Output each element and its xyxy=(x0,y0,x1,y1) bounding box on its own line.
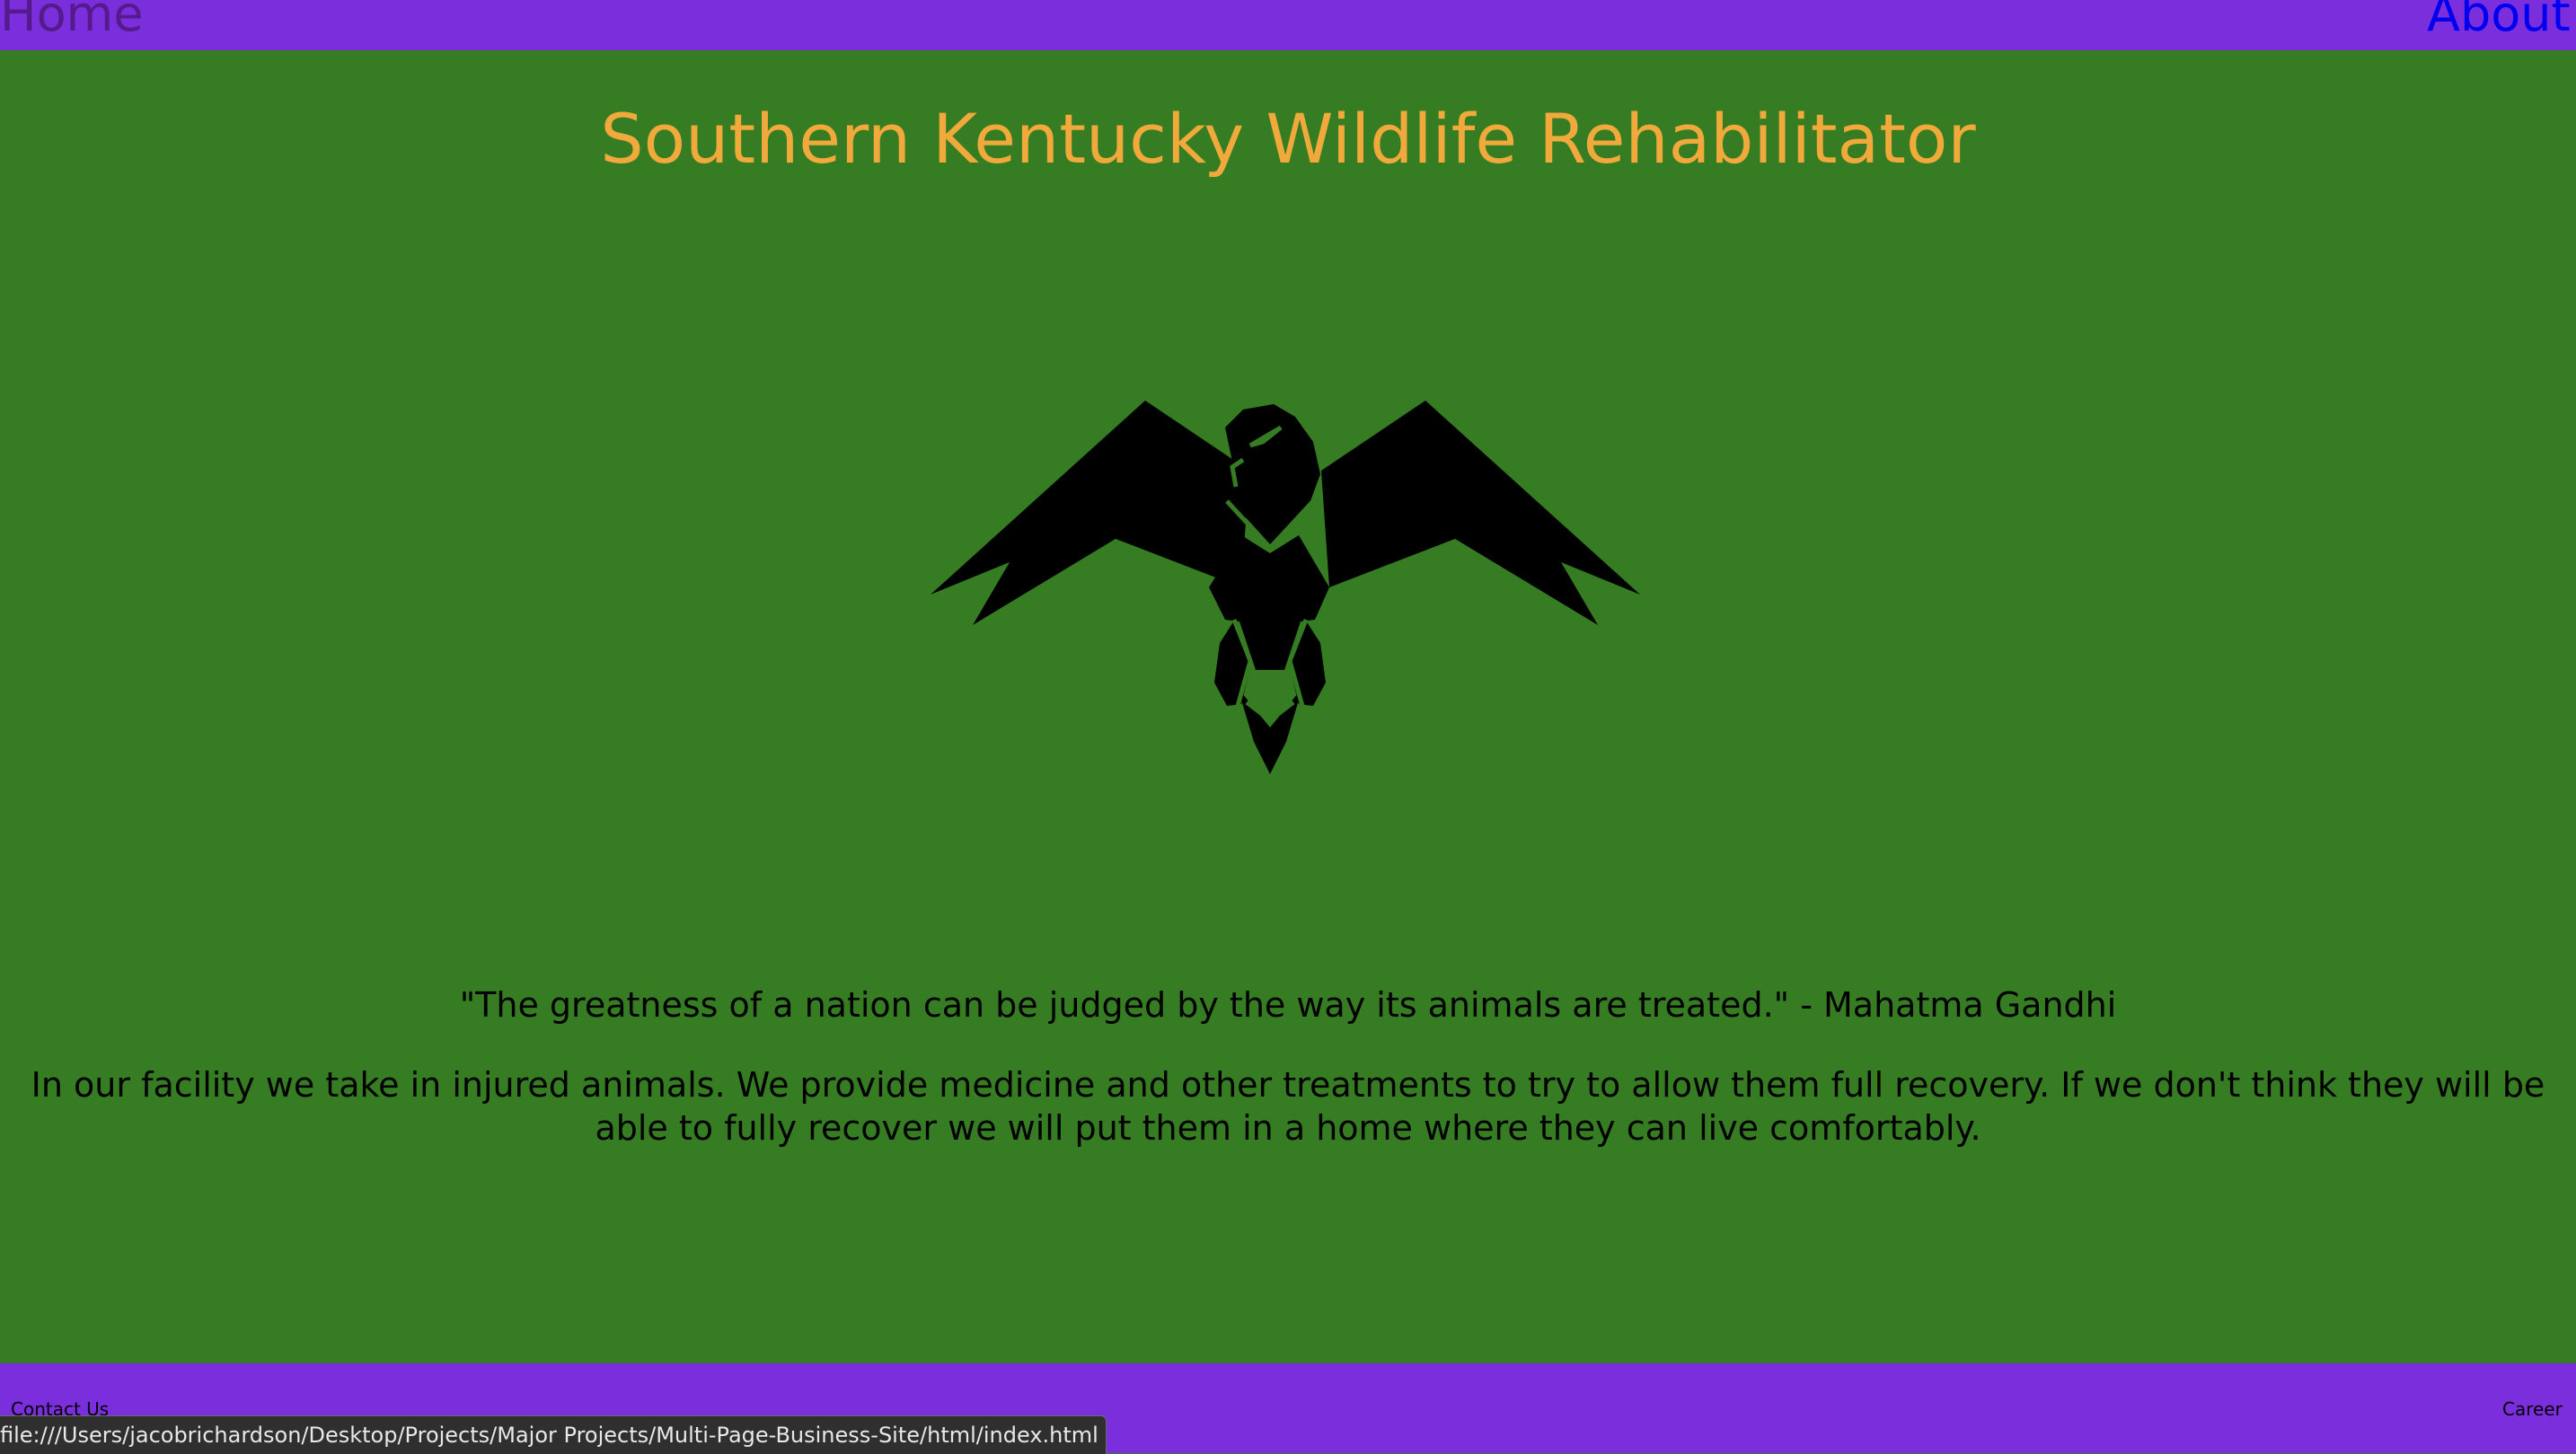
quote-text: "The greatness of a nation can be judged… xyxy=(459,985,2117,1025)
facility-description: In our facility we take in injured anima… xyxy=(31,1065,2545,1148)
nav-home-link[interactable]: Home xyxy=(0,0,143,48)
page-title: Southern Kentucky Wildlife Rehabilitator xyxy=(600,99,1976,179)
link-status-bar: file:///Users/jacobrichardson/Desktop/Pr… xyxy=(0,1415,1107,1454)
footer-career-link[interactable]: Career xyxy=(2502,1397,2563,1421)
eagle-icon xyxy=(931,401,1640,774)
nav-about-link[interactable]: About xyxy=(2427,0,2571,48)
top-nav: Home About xyxy=(0,0,2576,50)
